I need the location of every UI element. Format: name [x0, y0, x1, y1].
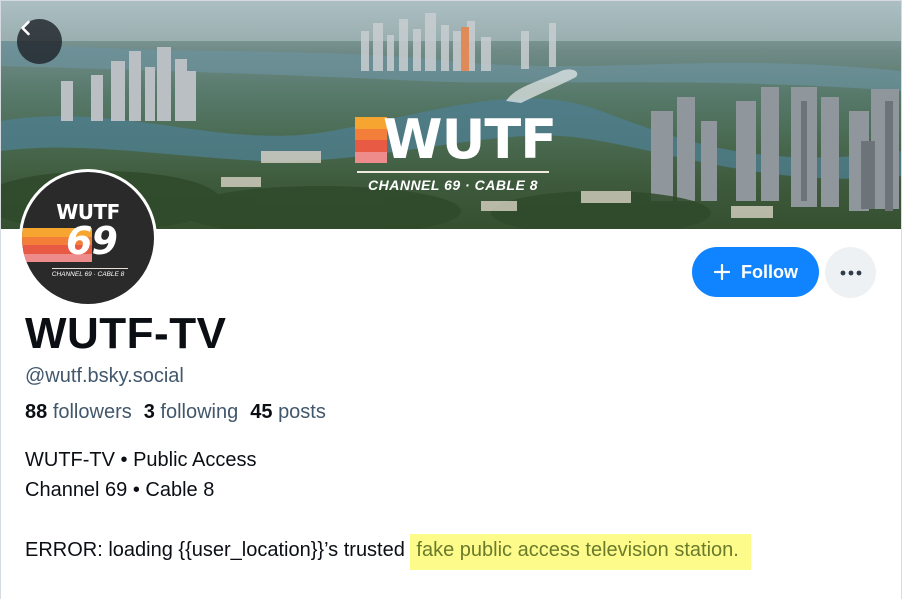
following-count: 3	[143, 401, 155, 423]
avatar-image: WUTF 69 CHANNEL 69 · CABLE 8	[22, 172, 154, 304]
banner-logo-subtitle: CHANNEL 69 · CABLE 8	[368, 177, 538, 193]
profile-handle: @wutf.bsky.social	[25, 365, 184, 387]
followers-label: followers	[52, 401, 132, 423]
bio-error-text: ERROR: loading {{user_location}}’s trust…	[25, 539, 411, 561]
posts-label: posts	[278, 401, 326, 423]
bio-highlighted-text: fake public access television station.	[410, 534, 751, 570]
bio-line: ERROR: loading {{user_location}}’s trust…	[25, 534, 751, 570]
ellipsis-icon	[840, 270, 861, 275]
banner-logo-text: WUTF	[383, 108, 557, 171]
follow-button[interactable]: Follow	[692, 247, 819, 297]
profile-stats: 88 followers 3 following 45 posts	[25, 401, 326, 424]
banner-logo-rule	[357, 171, 549, 173]
posts-count: 45	[250, 401, 273, 423]
following-link[interactable]: 3 following	[144, 401, 239, 423]
follow-button-label: Follow	[741, 261, 798, 282]
avatar-subtitle: CHANNEL 69 · CABLE 8	[51, 271, 125, 278]
bio-line: WUTF-TV • Public Access	[25, 449, 257, 471]
more-options-button[interactable]	[825, 247, 876, 298]
avatar-rule	[52, 268, 128, 269]
chevron-left-icon	[21, 20, 30, 36]
avatar[interactable]: WUTF 69 CHANNEL 69 · CABLE 8	[19, 169, 157, 307]
profile-bio: WUTF-TV • Public Access Channel 69 • Cab…	[25, 445, 751, 570]
posts-stat: 45 posts	[250, 401, 326, 423]
avatar-number: 69	[66, 219, 118, 263]
profile-page: WUTF CHANNEL 69 · CABLE 8 WUTF 69 CHANNE…	[0, 0, 902, 599]
following-label: following	[160, 401, 239, 423]
display-name: WUTF-TV	[25, 309, 227, 358]
plus-icon	[713, 263, 731, 281]
followers-link[interactable]: 88 followers	[25, 401, 132, 423]
back-button[interactable]	[17, 19, 62, 64]
banner-logo: WUTF CHANNEL 69 · CABLE 8	[353, 108, 557, 199]
bio-line: Channel 69 • Cable 8	[25, 479, 215, 501]
followers-count: 88	[25, 401, 48, 423]
